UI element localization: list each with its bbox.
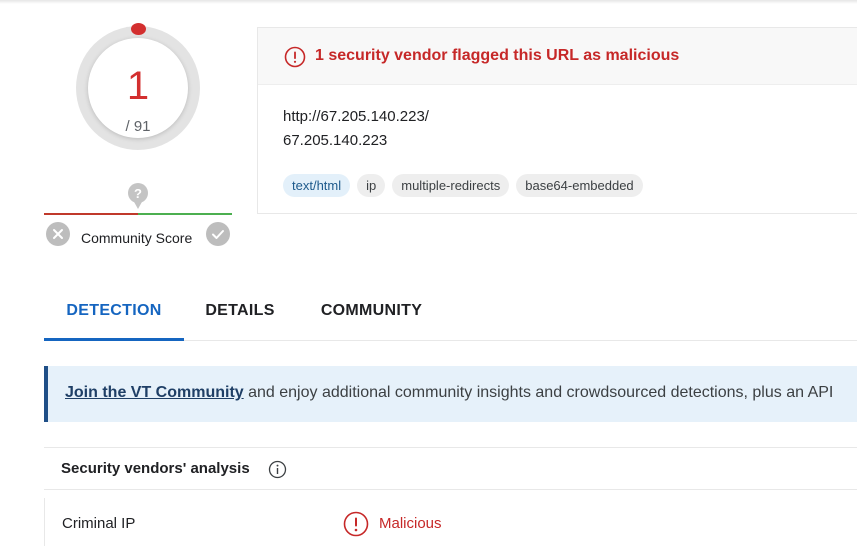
tab-detection[interactable]: DETECTION (44, 290, 184, 341)
tag-base64-embedded[interactable]: base64-embedded (516, 174, 643, 197)
tag-list: text/html ip multiple-redirects base64-e… (283, 174, 643, 197)
detection-score-gauge: 1 / 91 (76, 23, 200, 150)
alert-message: 1 security vendor flagged this URL as ma… (315, 47, 680, 64)
community-negative-bar (44, 213, 138, 215)
scanned-url: http://67.205.140.223/ (283, 108, 429, 125)
top-bar-shadow (0, 0, 857, 4)
detection-count: 1 (126, 64, 150, 108)
gauge-indicator-dot (131, 23, 146, 35)
vote-harmless-button[interactable] (206, 222, 230, 246)
tag-ip[interactable]: ip (357, 174, 386, 197)
vendor-row: Criminal IP Malicious (44, 498, 857, 546)
gauge-center: 1 / 91 (88, 38, 188, 138)
active-tab-indicator (44, 338, 184, 341)
tab-community[interactable]: COMMUNITY (309, 290, 434, 341)
close-icon (53, 229, 63, 239)
join-community-link[interactable]: Join the VT Community (65, 384, 244, 401)
scanned-host[interactable]: 67.205.140.223 (283, 132, 387, 149)
svg-text:?: ? (134, 186, 142, 201)
vendor-name: Criminal IP (62, 515, 136, 532)
join-community-banner: Join the VT Community and enjoy addition… (44, 366, 857, 422)
alert-circle-icon (284, 46, 306, 68)
total-engines: / 91 (125, 118, 151, 135)
vendor-verdict: Malicious (379, 515, 442, 532)
join-community-description: and enjoy additional community insights … (243, 384, 834, 401)
tab-bar: DETECTION DETAILS COMMUNITY (44, 290, 857, 341)
url-summary-card: 1 security vendor flagged this URL as ma… (257, 27, 857, 214)
question-marker-icon[interactable]: ? (127, 183, 149, 211)
alert-circle-icon (343, 511, 369, 537)
tag-text-html[interactable]: text/html (283, 174, 351, 197)
join-community-text: Join the VT Community and enjoy addition… (65, 384, 833, 402)
tab-details[interactable]: DETAILS (194, 290, 286, 341)
community-score-bar (44, 213, 232, 216)
vendors-analysis-header: Security vendors' analysis (44, 447, 857, 490)
community-positive-bar (138, 213, 232, 215)
check-icon (212, 230, 224, 239)
alert-banner: 1 security vendor flagged this URL as ma… (258, 28, 857, 85)
community-score-label: Community Score (81, 230, 193, 246)
info-icon[interactable] (268, 460, 287, 479)
vendors-analysis-title: Security vendors' analysis (61, 460, 250, 477)
vote-harmful-button[interactable] (46, 222, 70, 246)
tag-multiple-redirects[interactable]: multiple-redirects (392, 174, 510, 197)
